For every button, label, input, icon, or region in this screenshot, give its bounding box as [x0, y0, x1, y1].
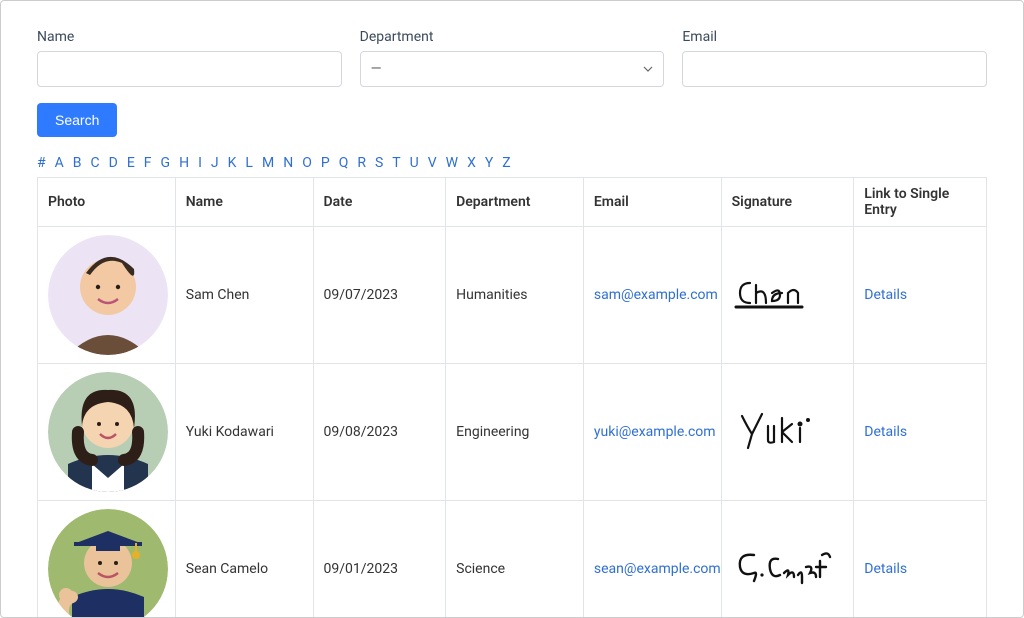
alpha-link-r[interactable]: R — [357, 155, 366, 171]
alpha-link-t[interactable]: T — [392, 155, 400, 171]
alpha-link-u[interactable]: U — [410, 155, 419, 171]
email-link[interactable]: sean@example.com — [594, 561, 721, 577]
alpha-link-l[interactable]: L — [245, 155, 253, 171]
col-header-photo: Photo — [38, 178, 176, 227]
alpha-link-z[interactable]: Z — [502, 155, 510, 171]
name-input[interactable] — [37, 51, 342, 87]
alpha-link-i[interactable]: I — [198, 155, 202, 171]
alpha-link-j[interactable]: J — [211, 155, 219, 171]
alpha-link-d[interactable]: D — [109, 155, 118, 171]
avatar — [48, 372, 168, 492]
cell-email: yuki@example.com — [583, 364, 721, 501]
col-header-email: Email — [583, 178, 721, 227]
cell-signature — [721, 364, 854, 501]
avatar — [48, 509, 168, 618]
alpha-link-v[interactable]: V — [428, 155, 437, 171]
alpha-link-s[interactable]: S — [375, 155, 383, 171]
search-form: Name Department — Email — [37, 29, 987, 87]
email-link[interactable]: yuki@example.com — [594, 424, 716, 440]
alpha-link-n[interactable]: N — [283, 155, 293, 171]
alpha-link-y[interactable]: Y — [485, 155, 493, 171]
cell-link: Details — [854, 501, 987, 618]
cell-department: Humanities — [446, 227, 584, 364]
cell-email: sean@example.com — [583, 501, 721, 618]
cell-name: Sean Camelo — [175, 501, 313, 618]
alpha-link-e[interactable]: E — [127, 155, 135, 171]
details-link[interactable]: Details — [864, 287, 907, 303]
entries-table: Photo Name Date Department Email Signatu… — [37, 177, 987, 618]
entries-tbody: Sam Chen09/07/2023Humanities sam@example.… — [38, 227, 987, 618]
chevron-down-icon — [643, 64, 653, 74]
alpha-link-k[interactable]: K — [228, 155, 237, 171]
department-select[interactable]: — — [360, 51, 665, 87]
alpha-link-w[interactable]: W — [446, 155, 458, 171]
col-header-signature: Signature — [721, 178, 854, 227]
alpha-link-q[interactable]: Q — [339, 155, 349, 171]
alpha-link-g[interactable]: G — [161, 155, 171, 171]
cell-link: Details — [854, 227, 987, 364]
cell-name: Yuki Kodawari — [175, 364, 313, 501]
name-field: Name — [37, 29, 342, 87]
department-selected-value: — — [371, 61, 382, 77]
email-link[interactable]: sam@example.com — [594, 287, 718, 303]
col-header-date: Date — [313, 178, 446, 227]
email-input[interactable] — [682, 51, 987, 87]
cell-photo — [38, 501, 176, 618]
alpha-link-m[interactable]: M — [262, 155, 274, 171]
directory-page: Name Department — Email Search #ABCDEFGH… — [0, 0, 1024, 618]
alpha-link-b[interactable]: B — [73, 155, 82, 171]
avatar — [48, 235, 168, 355]
table-row: Sam Chen09/07/2023Humanities sam@example.… — [38, 227, 987, 364]
cell-date: 09/08/2023 — [313, 364, 446, 501]
alpha-link-o[interactable]: O — [302, 155, 312, 171]
cell-link: Details — [854, 364, 987, 501]
cell-date: 09/07/2023 — [313, 227, 446, 364]
alpha-link-a[interactable]: A — [55, 155, 64, 171]
name-label: Name — [37, 29, 342, 45]
alpha-link-c[interactable]: C — [91, 155, 100, 171]
table-row: Sean Camelo09/01/2023Science sean@example… — [38, 501, 987, 618]
search-button[interactable]: Search — [37, 103, 117, 137]
table-row: Yuki Kodawari09/08/2023Engineering yuki@e… — [38, 364, 987, 501]
alpha-link-h[interactable]: H — [179, 155, 189, 171]
cell-department: Engineering — [446, 364, 584, 501]
table-header-row: Photo Name Date Department Email Signatu… — [38, 178, 987, 227]
cell-signature — [721, 501, 854, 618]
cell-email: sam@example.com — [583, 227, 721, 364]
department-label: Department — [360, 29, 665, 45]
cell-department: Science — [446, 501, 584, 618]
details-link[interactable]: Details — [864, 561, 907, 577]
details-link[interactable]: Details — [864, 424, 907, 440]
cell-date: 09/01/2023 — [313, 501, 446, 618]
department-field: Department — — [360, 29, 665, 87]
email-label: Email — [682, 29, 987, 45]
cell-signature — [721, 227, 854, 364]
col-header-department: Department — [446, 178, 584, 227]
alpha-link-x[interactable]: X — [467, 155, 476, 171]
email-field: Email — [682, 29, 987, 87]
alpha-link-#[interactable]: # — [37, 155, 46, 171]
alpha-index: # ABCDEFGHIJKLMNOPQRSTUVWXYZ — [37, 155, 987, 171]
cell-photo — [38, 227, 176, 364]
col-header-name: Name — [175, 178, 313, 227]
alpha-link-f[interactable]: F — [144, 155, 152, 171]
cell-name: Sam Chen — [175, 227, 313, 364]
col-header-link: Link to Single Entry — [854, 178, 987, 227]
alpha-link-p[interactable]: P — [321, 155, 330, 171]
cell-photo — [38, 364, 176, 501]
